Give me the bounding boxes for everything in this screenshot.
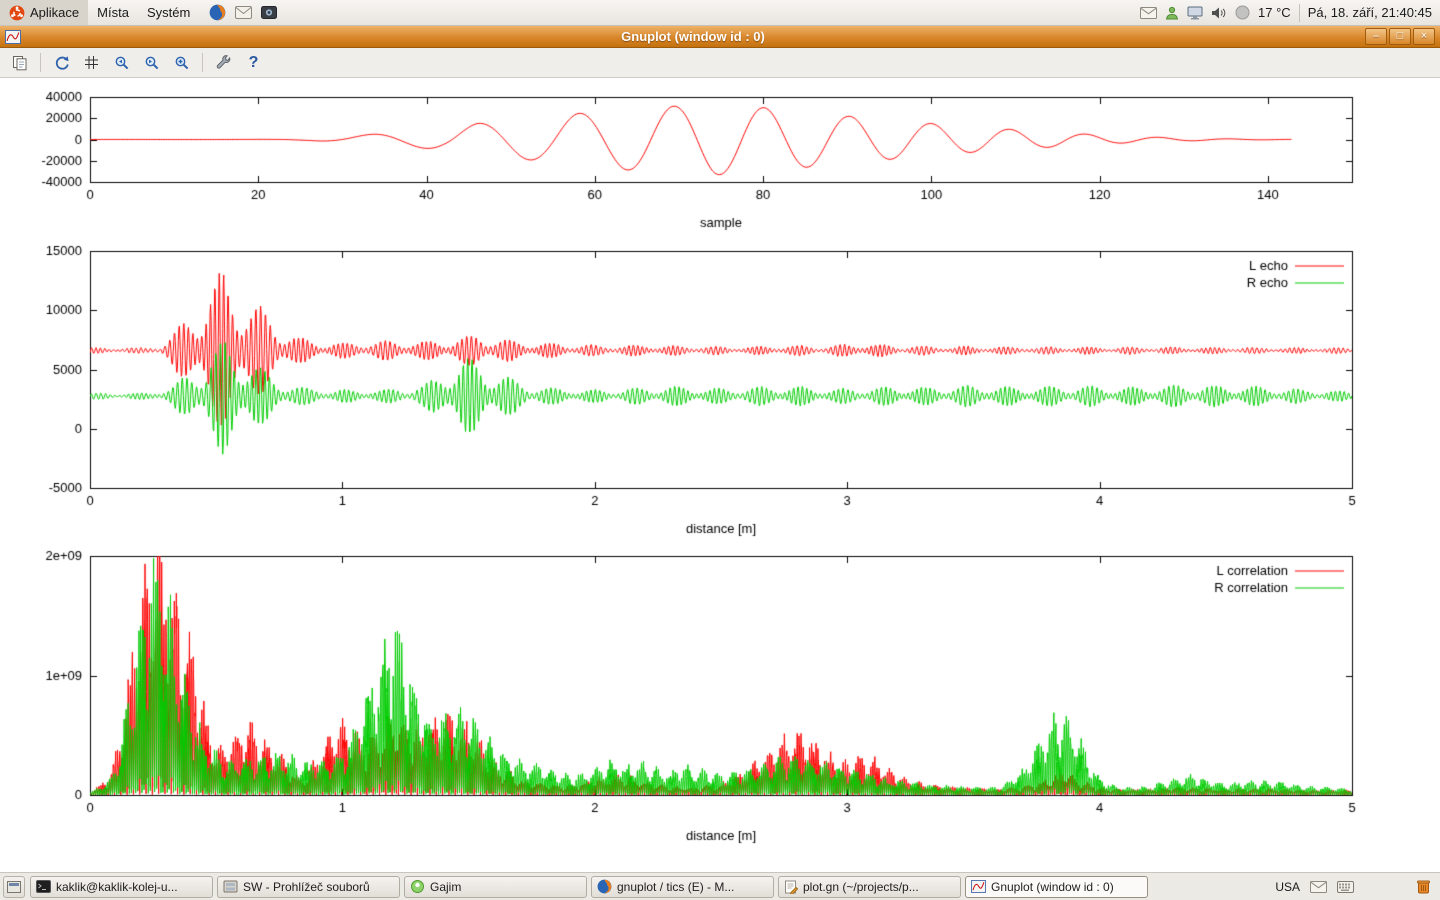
gnuplot-window-icon <box>5 30 21 44</box>
taskbar-window-label: kaklik@kaklik-kolej-u... <box>56 880 178 894</box>
taskbar-window-terminal[interactable]: kaklik@kaklik-kolej-u... <box>30 876 213 898</box>
gnuplot-icon <box>971 880 986 893</box>
toolbar: ? <box>0 48 1440 78</box>
window-title: Gnuplot (window id : 0) <box>21 29 1365 44</box>
replot-button[interactable] <box>48 50 75 75</box>
gnuplot-canvas[interactable] <box>0 78 1440 872</box>
taskbar-window-label: SW - Prohlížeč souborů <box>243 880 370 894</box>
text-editor-icon <box>784 880 798 894</box>
panel-tray: 17 °C Pá, 18. září, 21:40:45 <box>1140 4 1440 22</box>
autoscale-button[interactable] <box>168 50 195 75</box>
help-icon: ? <box>249 54 259 72</box>
taskbar-window-label: Gnuplot (window id : 0) <box>991 880 1114 894</box>
config-icon <box>216 55 232 71</box>
user-icon[interactable] <box>1165 6 1179 20</box>
taskbar-window-firefox[interactable]: gnuplot / tics (E) - M... <box>591 876 774 898</box>
taskbar-window-gajim[interactable]: Gajim <box>404 876 587 898</box>
temperature-indicator[interactable]: 17 °C <box>1258 5 1291 20</box>
autoscale-icon <box>174 55 190 71</box>
keyboard-layout-indicator[interactable]: USA <box>1275 880 1300 894</box>
taskbar-tray: USA <box>1275 879 1437 894</box>
mail-icon[interactable] <box>1140 7 1157 19</box>
taskbar-window-label: Gajim <box>430 880 461 894</box>
taskbar-window-editor[interactable]: plot.gn (~/projects/p... <box>778 876 961 898</box>
menu-system-label: Systém <box>147 5 190 20</box>
firefox-launcher-icon[interactable] <box>209 4 226 21</box>
taskbar: kaklik@kaklik-kolej-u... SW - Prohlížeč … <box>0 872 1440 900</box>
taskbar-window-gnuplot[interactable]: Gnuplot (window id : 0) <box>965 876 1148 898</box>
zoom-next-icon <box>144 55 160 71</box>
screenshot-launcher-icon[interactable] <box>261 6 277 19</box>
toolbar-separator <box>40 53 41 72</box>
weather-icon[interactable] <box>1235 5 1250 20</box>
replot-icon <box>54 55 70 71</box>
grid-icon <box>84 55 99 70</box>
gnome-top-panel: Aplikace Místa Systém 17 ° <box>0 0 1440 26</box>
show-desktop-button[interactable] <box>3 876 25 898</box>
menu-applications-label: Aplikace <box>30 5 79 20</box>
volume-icon[interactable] <box>1211 6 1227 20</box>
menu-system[interactable]: Systém <box>138 0 199 25</box>
copy-icon <box>12 55 28 71</box>
keyboard-icon[interactable] <box>1337 881 1354 893</box>
zoom-next-button[interactable] <box>138 50 165 75</box>
screen-icon[interactable] <box>1187 6 1203 20</box>
menu-places-label: Místa <box>97 5 129 20</box>
grid-button[interactable] <box>78 50 105 75</box>
config-button[interactable] <box>210 50 237 75</box>
clock[interactable]: Pá, 18. září, 21:40:45 <box>1308 5 1432 20</box>
toolbar-separator <box>202 53 203 72</box>
window-controls: – □ × <box>1365 28 1435 45</box>
mail-launcher-icon[interactable] <box>235 6 252 19</box>
taskbar-window-label: gnuplot / tics (E) - M... <box>617 880 734 894</box>
zoom-previous-icon <box>114 55 130 71</box>
menu-places[interactable]: Místa <box>88 0 138 25</box>
mail-icon[interactable] <box>1310 881 1327 893</box>
panel-launchers <box>209 4 277 21</box>
plot-content <box>0 78 1440 872</box>
window-titlebar[interactable]: Gnuplot (window id : 0) – □ × <box>0 26 1440 48</box>
panel-separator <box>1299 4 1300 22</box>
minimize-button[interactable]: – <box>1365 28 1387 45</box>
copy-button[interactable] <box>6 50 33 75</box>
file-manager-icon <box>223 880 238 893</box>
close-button[interactable]: × <box>1413 28 1435 45</box>
zoom-previous-button[interactable] <box>108 50 135 75</box>
terminal-icon <box>36 880 51 893</box>
trash-icon[interactable] <box>1416 879 1431 894</box>
ubuntu-logo-icon <box>9 5 25 21</box>
gajim-icon <box>410 879 425 894</box>
menu-applications[interactable]: Aplikace <box>0 0 88 25</box>
firefox-icon <box>597 879 612 894</box>
maximize-button[interactable]: □ <box>1389 28 1411 45</box>
help-button[interactable]: ? <box>240 50 267 75</box>
taskbar-window-file-browser[interactable]: SW - Prohlížeč souborů <box>217 876 400 898</box>
taskbar-window-label: plot.gn (~/projects/p... <box>803 880 919 894</box>
